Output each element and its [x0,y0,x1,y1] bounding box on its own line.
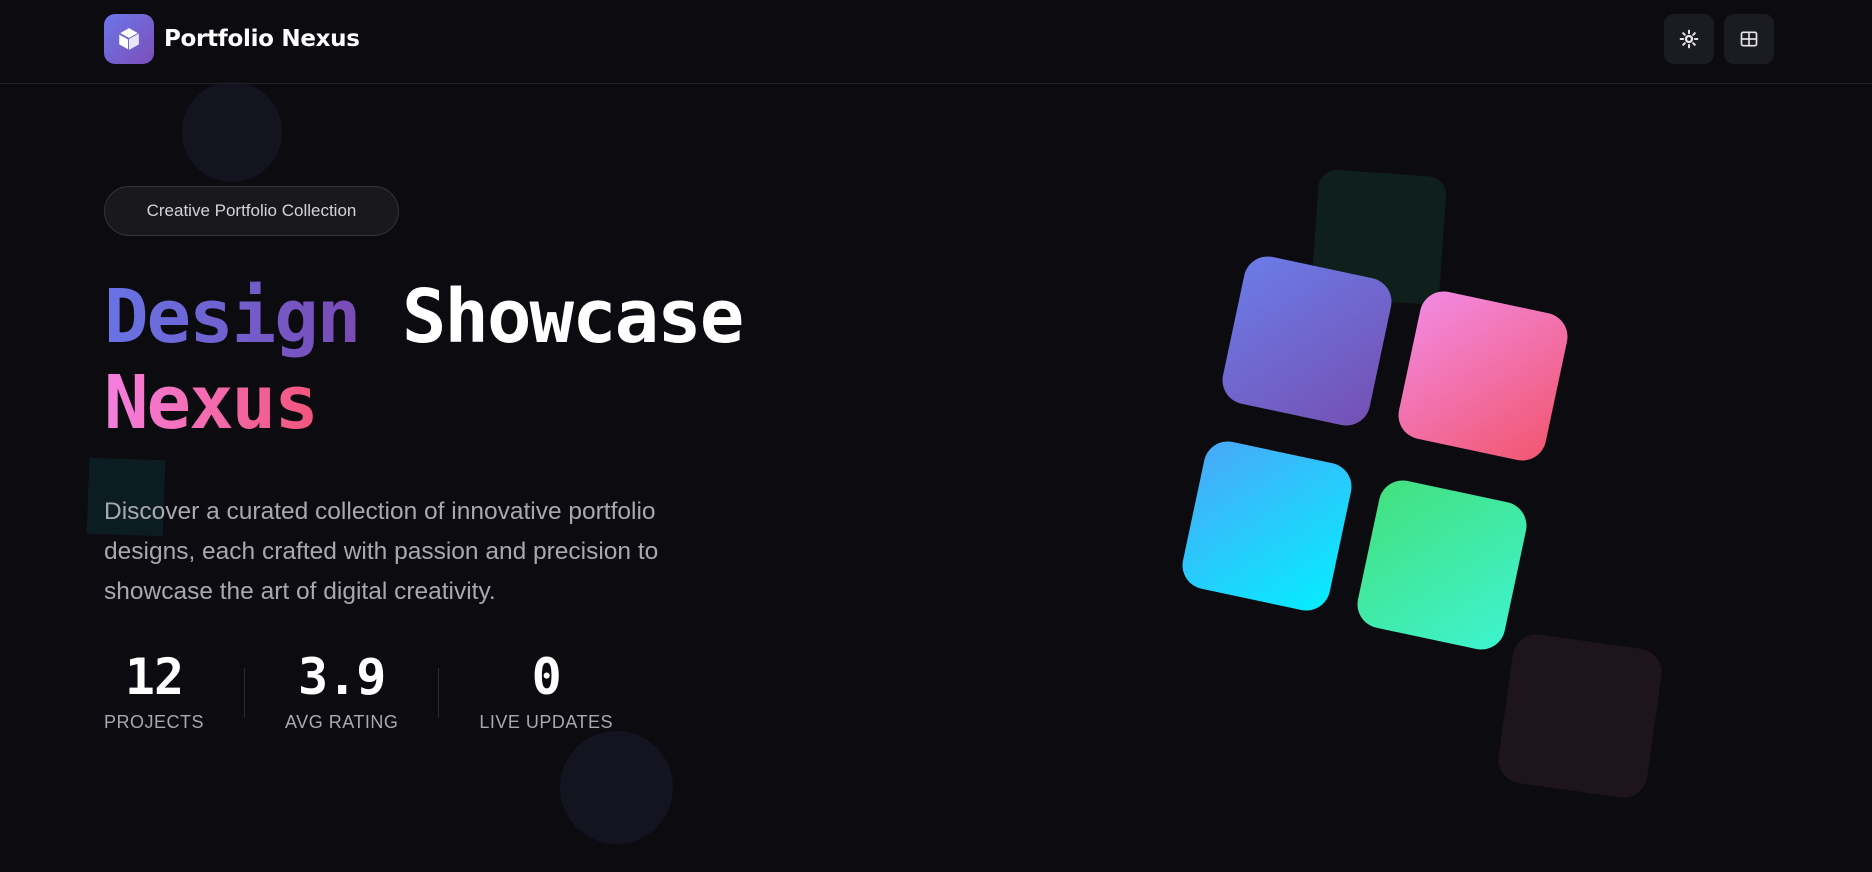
title-word-nexus: Nexus [104,360,319,446]
collection-badge: Creative Portfolio Collection [104,186,399,236]
stat-live-updates: 0 LIVE UPDATES [479,648,613,733]
stat-label: AVG RATING [285,712,399,732]
top-navbar: Portfolio Nexus [0,0,1872,84]
stat-value: 0 [531,648,562,706]
decor-circle-bottom [560,731,673,844]
page: Portfolio Nexus Creative Portfolio Colle… [0,0,1872,872]
stat-label: PROJECTS [104,712,205,732]
decor-circle-top [182,82,282,182]
stat-divider [244,668,246,718]
stat-projects: 12 PROJECTS [104,648,204,733]
title-word-design: Design [104,274,361,360]
decor-tile-blue [1178,437,1356,615]
sun-gear-icon [1679,29,1699,49]
layout-toggle-button[interactable] [1724,14,1774,64]
decor-tile-green [1353,476,1531,654]
grid-icon [1740,31,1758,47]
hero-title: Design Showcase Nexus [104,274,744,446]
decor-tile-pink [1394,287,1572,465]
stat-value: 12 [124,648,184,706]
decor-tile-purple [1218,252,1396,430]
title-word-showcase: Showcase [401,274,744,360]
brand-link[interactable]: Portfolio Nexus [104,14,360,64]
brand-name: Portfolio Nexus [164,26,360,52]
theme-toggle-button[interactable] [1664,14,1714,64]
stat-label: LIVE UPDATES [479,712,614,732]
hero-description: Discover a curated collection of innovat… [104,498,659,605]
stat-value: 3.9 [298,648,386,706]
decor-tile-shadow-red [1495,631,1665,801]
stat-divider [438,668,440,718]
stats-row: 12 PROJECTS 3.9 AVG RATING 0 LIVE UPDATE… [104,648,613,733]
cube-icon [104,14,154,64]
stat-avg-rating: 3.9 AVG RATING [285,648,398,733]
